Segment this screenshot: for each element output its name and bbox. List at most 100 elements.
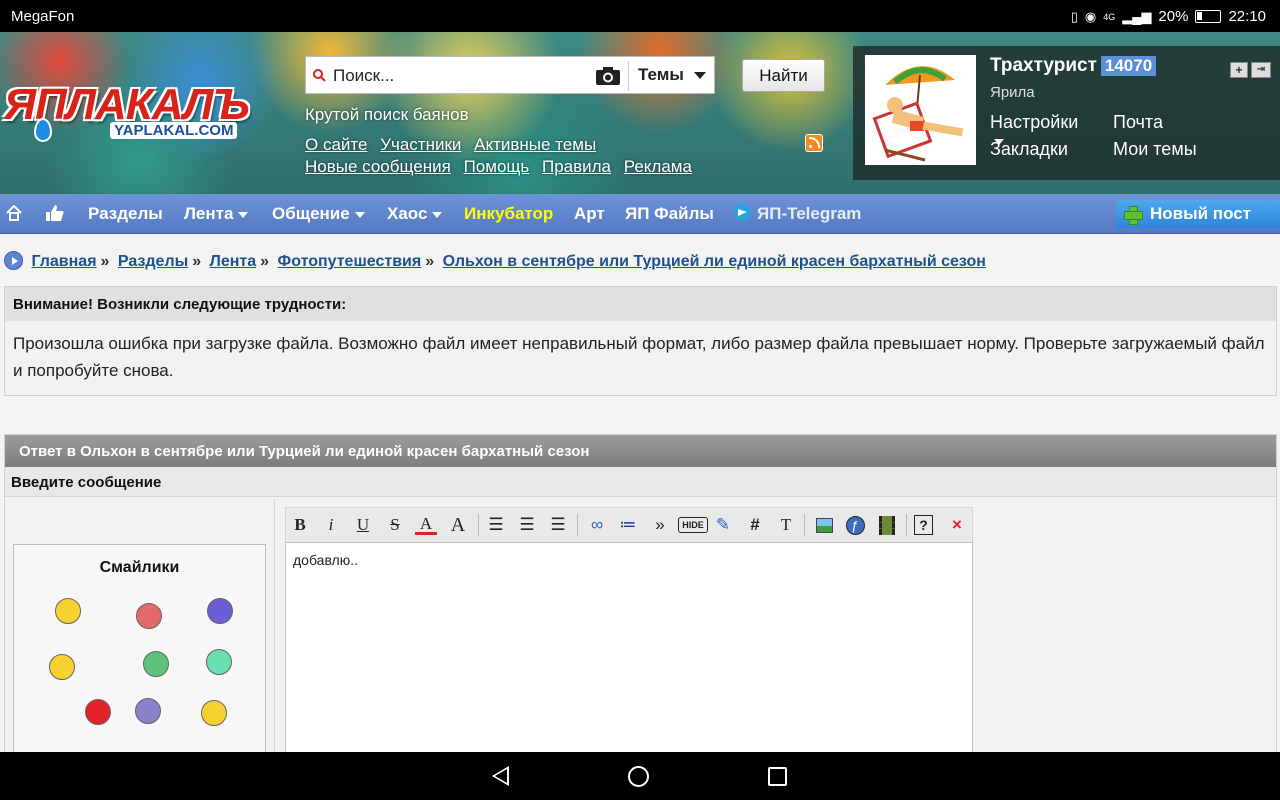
android-nav-bar [0,752,1280,800]
smiley-sit-icon[interactable] [135,698,161,724]
search-button[interactable]: Найти [742,59,825,92]
list-icon[interactable]: ≔ [617,513,639,537]
main-nav: Разделы Лента Общение Хаос Инкубатор Арт… [0,194,1280,234]
italic-button[interactable]: i [320,513,342,537]
image-icon[interactable] [813,513,835,537]
hash-button[interactable]: # [744,513,766,537]
smilies-panel: Смайлики [13,544,266,774]
link-icon[interactable]: ∞ [586,513,608,537]
search-icon [313,69,326,82]
smiley-think-icon[interactable] [49,654,75,680]
mail-link[interactable]: Почта [1113,112,1163,133]
settings-link[interactable]: Настройки [990,112,1078,133]
nav-telegram[interactable]: ЯП-Telegram [734,204,861,224]
font-size-button[interactable]: A [447,513,469,537]
smiley-peace-icon[interactable] [201,700,227,726]
align-right-icon[interactable]: ☰ [547,513,569,537]
toolbar-divider [577,514,578,536]
nav-incubator[interactable]: Инкубатор [464,204,553,224]
smiley-love-icon[interactable] [136,603,162,629]
breadcrumb-arrow-icon [4,251,23,270]
smiley-cry-icon[interactable] [207,598,233,624]
align-center-icon[interactable]: ☰ [516,513,538,537]
link-rules[interactable]: Правила [542,157,611,176]
video-icon[interactable] [876,513,898,537]
smiley-plain-icon[interactable] [206,649,232,675]
avatar[interactable] [865,55,976,165]
link-members[interactable]: Участники [380,135,461,154]
telegram-icon [734,204,751,221]
font-color-button[interactable]: A [415,513,437,535]
text-button[interactable]: T [775,513,797,537]
new-post-button[interactable]: Новый пост [1116,200,1280,228]
my-topics-link[interactable]: Мои темы [1113,139,1197,160]
help-icon[interactable]: ? [914,515,933,535]
smilies-title: Смайлики [99,559,180,576]
search-box: Темы [305,56,715,94]
eye-icon: ◉ [1084,8,1097,24]
chevron-down-icon [994,139,1004,145]
strike-button[interactable]: S [384,513,406,537]
status-bar: MegaFon ▯ ◉ 4G ▂▄▆ 20% 22:10 [0,0,1280,32]
smiley-shoot-icon[interactable] [85,699,111,725]
reply-subtitle: Введите сообщение [5,467,1276,497]
back-icon[interactable] [492,766,509,786]
bold-button[interactable]: B [289,513,311,537]
align-left-icon[interactable]: ☰ [485,513,507,537]
flash-icon[interactable]: ƒ [844,513,866,537]
error-message: Произошла ошибка при загрузке файла. Воз… [13,334,1265,380]
header-links: О сайте Участники Активные темы Новые со… [305,134,775,178]
breadcrumb-feed[interactable]: Лента [210,253,257,270]
thumbs-up-icon[interactable] [45,204,65,222]
breadcrumb-sections[interactable]: Разделы [118,253,188,270]
search-scope-select[interactable]: Темы [638,65,706,85]
link-new-messages[interactable]: Новые сообщения [305,157,451,176]
smiley-gun-icon[interactable] [143,651,169,677]
nav-art[interactable]: Арт [574,204,605,224]
breadcrumb-photo-travel[interactable]: Фотопутешествия [278,253,422,270]
breadcrumb-current-topic[interactable]: Ольхон в сентябре или Турцией ли единой … [443,253,986,270]
nav-feed[interactable]: Лента [184,204,249,224]
reputation-badge: 14070 [1100,56,1157,76]
nav-files[interactable]: ЯП Файлы [625,204,714,224]
chevron-down-icon [693,72,706,80]
username[interactable]: Трахтурист 14070 [990,55,1157,77]
underline-button[interactable]: U [352,513,374,537]
vibrate-icon: ▯ [1070,8,1078,24]
site-logo[interactable]: ЯПЛАКАЛЪ YAPLAKAL.COM [4,80,276,150]
home-icon[interactable] [6,205,22,221]
toolbar-divider [478,514,479,536]
link-help[interactable]: Помощь [464,157,530,176]
hide-button[interactable]: HIDE [678,517,708,533]
chevron-down-icon [432,211,443,218]
status-icons: ▯ ◉ 4G ▂▄▆ 20% 22:10 [1071,8,1266,25]
error-box: Внимание! Возникли следующие трудности: … [4,286,1277,396]
carrier-label: MegaFon [11,8,75,25]
link-about[interactable]: О сайте [305,135,367,154]
home-circle-icon[interactable] [628,766,649,787]
message-editor[interactable]: добавлю.. [285,542,973,772]
quote-button[interactable]: » [649,513,671,537]
network-label: 4G [1103,11,1116,22]
link-active-topics[interactable]: Активные темы [474,135,596,154]
chevron-down-icon [354,211,365,218]
close-icon[interactable]: × [946,513,968,537]
search-input[interactable] [333,63,593,89]
rss-icon[interactable] [805,134,823,152]
logo-drop-icon [34,118,52,142]
logo-subtext: YAPLAKAL.COM [110,122,238,139]
reply-form: Ответ в Ольхон в сентябре или Турцией ли… [4,434,1277,774]
breadcrumb-home[interactable]: Главная [31,253,96,270]
nav-sections[interactable]: Разделы [88,204,163,224]
nav-chaos[interactable]: Хаос [387,204,443,224]
smiley-cool-icon[interactable] [55,598,81,624]
link-ads[interactable]: Реклама [624,157,692,176]
recent-apps-icon[interactable] [768,767,787,786]
toolbar-divider [906,514,907,536]
plus-icon[interactable]: + [1230,62,1248,78]
avatar-image [872,66,964,162]
edit-icon[interactable]: ✎ [712,513,734,537]
logout-icon[interactable]: ⇥ [1251,62,1271,78]
nav-chat[interactable]: Общение [272,204,365,224]
camera-icon[interactable] [595,66,621,86]
